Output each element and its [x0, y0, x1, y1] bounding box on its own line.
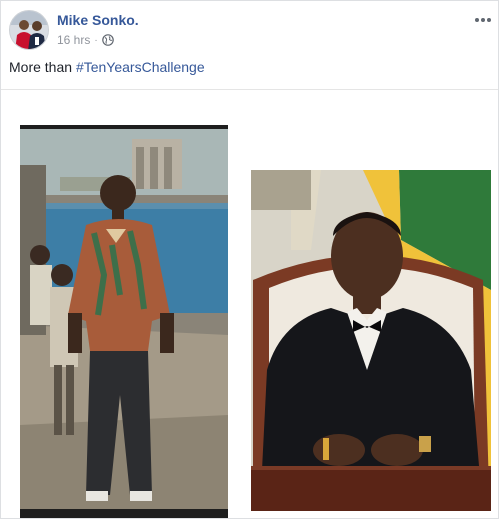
post-header: Mike Sonko. 16 hrs ·: [9, 10, 492, 52]
recent-photo[interactable]: [251, 170, 491, 511]
old-photo[interactable]: [20, 125, 228, 518]
post-text-body: More than: [9, 59, 76, 75]
post-meta: 16 hrs ·: [57, 33, 114, 47]
globe-icon[interactable]: [101, 34, 114, 46]
facebook-post-card: Mike Sonko. 16 hrs · More than #TenYears…: [0, 0, 499, 519]
author-name[interactable]: Mike Sonko.: [57, 12, 139, 28]
more-options-icon[interactable]: [471, 12, 495, 28]
post-photo-area: [1, 89, 498, 518]
hashtag-link[interactable]: #TenYearsChallenge: [76, 59, 205, 75]
meta-separator: ·: [94, 34, 98, 46]
post-timestamp[interactable]: 16 hrs: [57, 33, 90, 47]
post-text: More than #TenYearsChallenge: [9, 59, 205, 75]
author-avatar[interactable]: [9, 10, 49, 50]
